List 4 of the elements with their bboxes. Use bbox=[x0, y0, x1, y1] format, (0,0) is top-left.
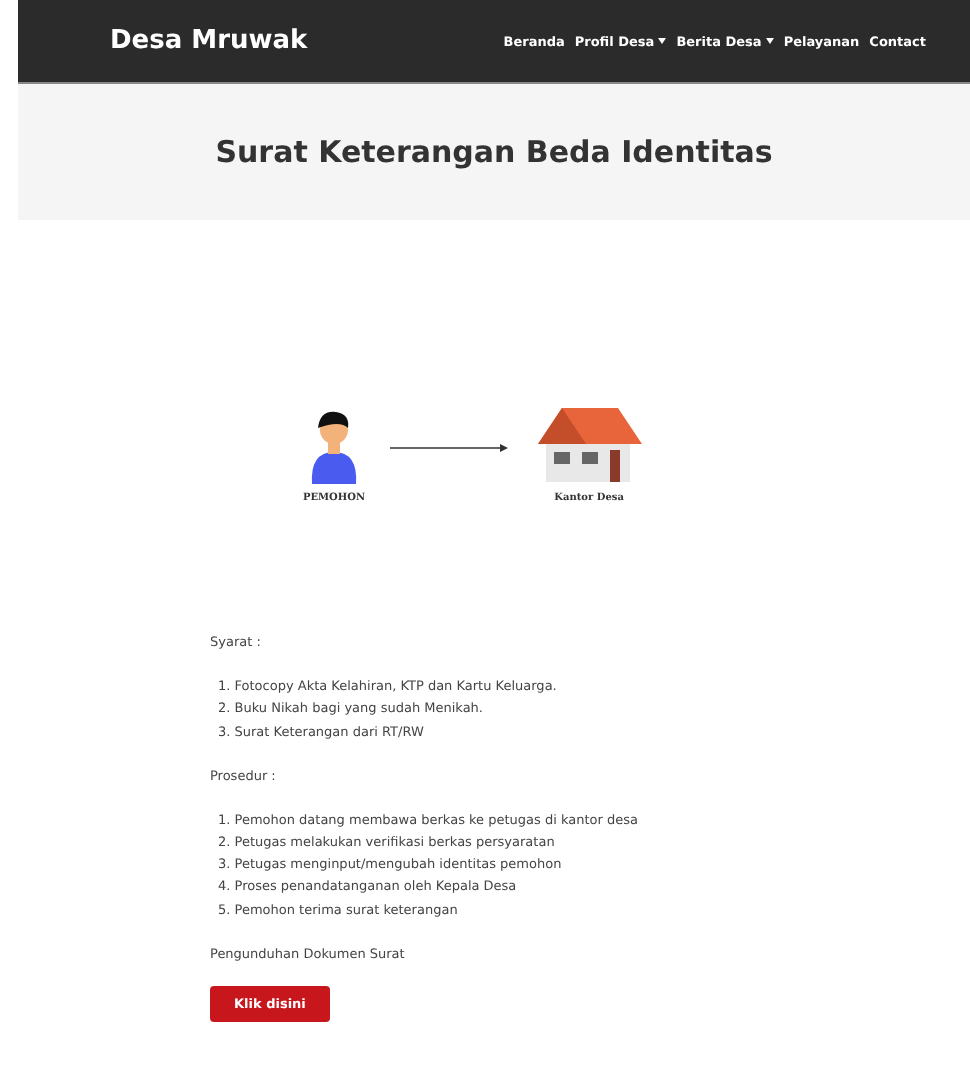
arrow-icon bbox=[389, 442, 510, 454]
house-icon bbox=[533, 404, 646, 484]
site-brand[interactable]: Desa Mruwak bbox=[110, 26, 308, 56]
page-title: Surat Keterangan Beda Identitas bbox=[215, 134, 773, 170]
